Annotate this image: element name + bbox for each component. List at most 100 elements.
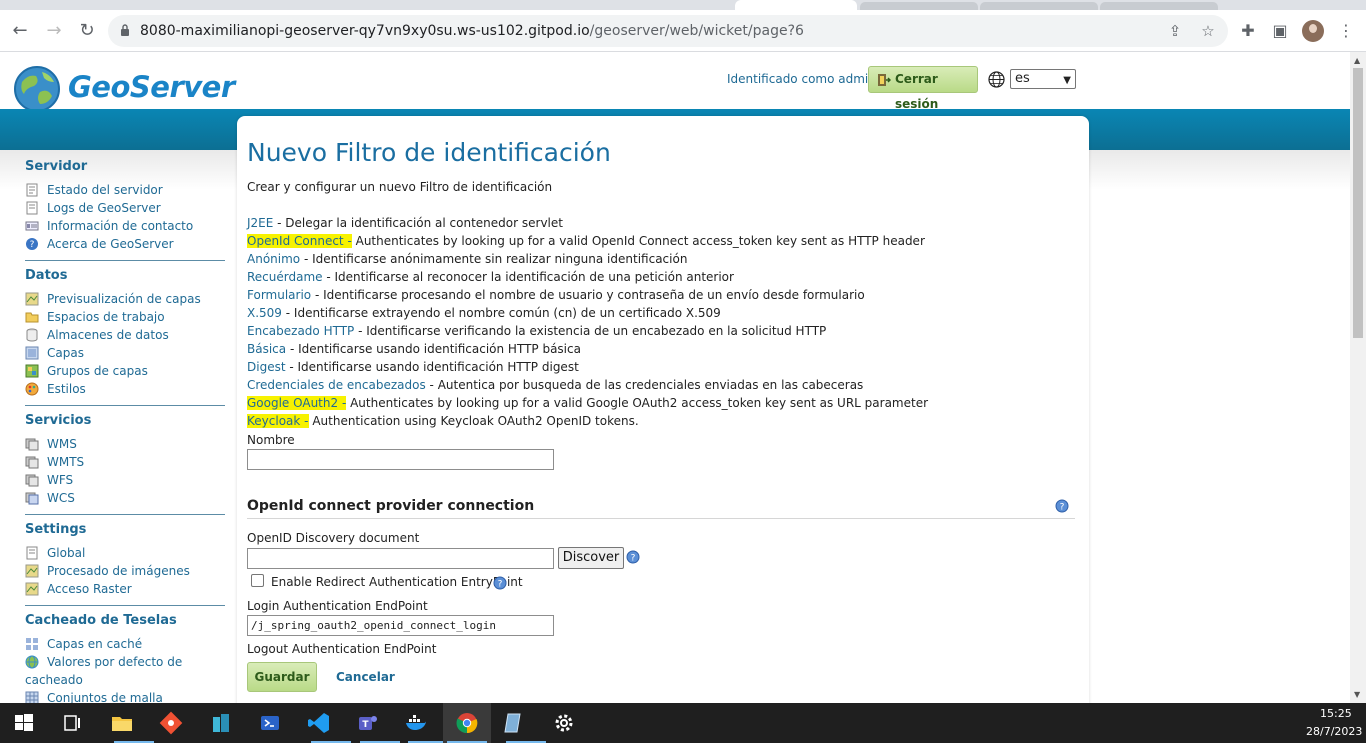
- filter-link-digest[interactable]: Digest: [247, 360, 286, 374]
- discovery-input[interactable]: [247, 548, 554, 569]
- active-tab[interactable]: [735, 0, 857, 10]
- reload-icon[interactable]: ↻: [75, 19, 99, 43]
- geoserver-globe-icon[interactable]: [12, 64, 62, 114]
- sidebar-item-cached-layers[interactable]: Capas en caché: [25, 635, 225, 653]
- sidebar-item-contact[interactable]: Información de contacto: [25, 217, 225, 235]
- discover-button[interactable]: Discover: [558, 547, 624, 569]
- redirect-entrypoint-checkbox[interactable]: [251, 574, 264, 587]
- clock-date[interactable]: 28/7/2023: [1306, 725, 1362, 738]
- filter-link-label: OpenId Connect: [247, 234, 344, 248]
- name-input[interactable]: [247, 449, 554, 470]
- svg-text:T: T: [362, 720, 369, 730]
- page-title: Nuevo Filtro de identificación: [247, 138, 611, 167]
- name-label: Nombre: [247, 433, 295, 447]
- log-icon: [26, 201, 38, 215]
- sidebar-item-layer-groups[interactable]: Grupos de capas: [25, 362, 225, 380]
- sidebar-item-layer-preview[interactable]: Previsualización de capas: [25, 290, 225, 308]
- sidebar-item-logs[interactable]: Logs de GeoServer: [25, 199, 225, 217]
- back-icon[interactable]: ←: [8, 19, 32, 43]
- help-icon[interactable]: ?: [493, 576, 507, 590]
- sidebar-item-global[interactable]: Global: [25, 544, 225, 562]
- filter-link-keycloak[interactable]: Keycloak -: [247, 414, 309, 428]
- clock-time[interactable]: 15:25: [1320, 707, 1352, 720]
- filter-link-http-header[interactable]: Encabezado HTTP: [247, 324, 354, 338]
- sidebar-item-workspaces[interactable]: Espacios de trabajo: [25, 308, 225, 326]
- scroll-down-icon[interactable]: ▼: [1354, 690, 1360, 699]
- filter-link-form[interactable]: Formulario: [247, 288, 311, 302]
- section-title: OpenId connect provider connection: [247, 498, 535, 514]
- settings-gear-icon[interactable]: [552, 711, 576, 735]
- wms-icon: [25, 438, 39, 451]
- docker-icon[interactable]: [404, 711, 428, 735]
- notepad-app-icon[interactable]: [502, 711, 526, 735]
- geoserver-logo-text[interactable]: GeoServer: [68, 70, 235, 104]
- sidebar-item-stores[interactable]: Almacenes de datos: [25, 326, 225, 344]
- extensions-icon[interactable]: ✚: [1236, 19, 1260, 43]
- task-view-icon[interactable]: [60, 711, 84, 735]
- cancel-link[interactable]: Cancelar: [336, 670, 395, 684]
- bookmark-star-icon[interactable]: ☆: [1198, 21, 1218, 41]
- filter-link-basic[interactable]: Básica: [247, 342, 286, 356]
- filter-link-remember-me[interactable]: Recuérdame: [247, 270, 323, 284]
- logout-button[interactable]: Cerrar sesión: [868, 66, 978, 111]
- filter-option: OpenId Connect - Authenticates by lookin…: [247, 232, 925, 250]
- redirect-entrypoint-label: Enable Redirect Authentication EntryPoin…: [271, 575, 523, 589]
- menu-kebab-icon[interactable]: ⋮: [1334, 19, 1358, 43]
- scroll-up-icon[interactable]: ▲: [1354, 56, 1360, 65]
- about-icon: ?: [26, 238, 38, 250]
- browser-tab[interactable]: [1100, 2, 1218, 10]
- filter-link-x509[interactable]: X.509: [247, 306, 282, 320]
- teams-icon[interactable]: T: [356, 711, 380, 735]
- address-bar[interactable]: 8080-maximilianopi-geoserver-qy7vn9xy0su…: [108, 15, 1228, 47]
- filter-description: - Identificarse verificando la existenci…: [354, 324, 827, 338]
- sidebar-item-caching-defaults[interactable]: Valores por defecto de: [25, 653, 225, 671]
- help-icon[interactable]: ?: [626, 550, 640, 564]
- filter-option: X.509 - Identificarse extrayendo el nomb…: [247, 304, 721, 322]
- sidebar-group-servidor: Servidor Estado del servidor Logs de Geo…: [25, 159, 225, 261]
- sidebar-item-layers[interactable]: Capas: [25, 344, 225, 362]
- side-panel-icon[interactable]: ▣: [1268, 19, 1292, 43]
- powershell-icon[interactable]: [258, 711, 282, 735]
- help-icon[interactable]: ?: [1055, 499, 1069, 513]
- sidebar-item-wfs[interactable]: WFS: [25, 471, 225, 489]
- sidebar-item-image-processing[interactable]: Procesado de imágenes: [25, 562, 225, 580]
- filter-link-openid-connect[interactable]: OpenId Connect -: [247, 234, 352, 248]
- filter-link-anonymous[interactable]: Anónimo: [247, 252, 300, 266]
- sidebar-item-wmts[interactable]: WMTS: [25, 453, 225, 471]
- sidebar-item-raster-access[interactable]: Acceso Raster: [25, 580, 225, 598]
- filter-description: - Identificarse extrayendo el nombre com…: [281, 306, 721, 320]
- sidebar-item-caching-defaults-cont[interactable]: cacheado: [25, 671, 225, 689]
- buildings-app-icon[interactable]: [209, 711, 233, 735]
- share-icon[interactable]: ⇪: [1165, 21, 1185, 41]
- filter-link-credentials-headers[interactable]: Credenciales de encabezados: [247, 378, 426, 392]
- svg-text:?: ?: [1060, 503, 1065, 513]
- sidebar-item-wcs[interactable]: WCS: [25, 489, 225, 507]
- browser-tab[interactable]: [860, 2, 978, 10]
- language-select[interactable]: es ▼: [1010, 69, 1076, 89]
- forward-icon[interactable]: →: [42, 19, 66, 43]
- sidebar-item-about[interactable]: ? Acerca de GeoServer: [25, 235, 225, 253]
- windows-start-icon[interactable]: [12, 711, 36, 735]
- sidebar-item-wms[interactable]: WMS: [25, 435, 225, 453]
- file-explorer-icon[interactable]: [110, 711, 134, 735]
- scroll-thumb[interactable]: [1353, 68, 1363, 338]
- save-button[interactable]: Guardar: [247, 662, 317, 692]
- vscode-icon[interactable]: [307, 711, 331, 735]
- page-description: Crear y configurar un nuevo Filtro de id…: [247, 180, 553, 194]
- sidebar-item-server-status[interactable]: Estado del servidor: [25, 181, 225, 199]
- page-scrollbar[interactable]: ▲ ▼: [1350, 52, 1366, 703]
- profile-avatar[interactable]: [1302, 20, 1324, 42]
- sidebar-divider: [25, 605, 225, 606]
- git-icon[interactable]: [159, 711, 183, 735]
- filter-link-j2ee[interactable]: J2EE: [247, 216, 273, 230]
- sidebar-heading: Servidor: [25, 159, 88, 174]
- login-endpoint-input[interactable]: /j_spring_oauth2_openid_connect_login: [247, 615, 554, 636]
- chrome-icon[interactable]: [455, 711, 479, 735]
- url-text[interactable]: 8080-maximilianopi-geoserver-qy7vn9xy0su…: [140, 23, 804, 39]
- sidebar-item-styles[interactable]: Estilos: [25, 380, 225, 398]
- sidebar-item-label: Estilos: [47, 382, 86, 396]
- filter-option: J2EE - Delegar la identificación al cont…: [247, 214, 563, 232]
- filter-link-google-oauth2[interactable]: Google OAuth2 -: [247, 396, 347, 410]
- browser-tab[interactable]: [980, 2, 1098, 10]
- browser-toolbar: ← → ↻ 8080-maximilianopi-geoserver-qy7vn…: [0, 10, 1366, 52]
